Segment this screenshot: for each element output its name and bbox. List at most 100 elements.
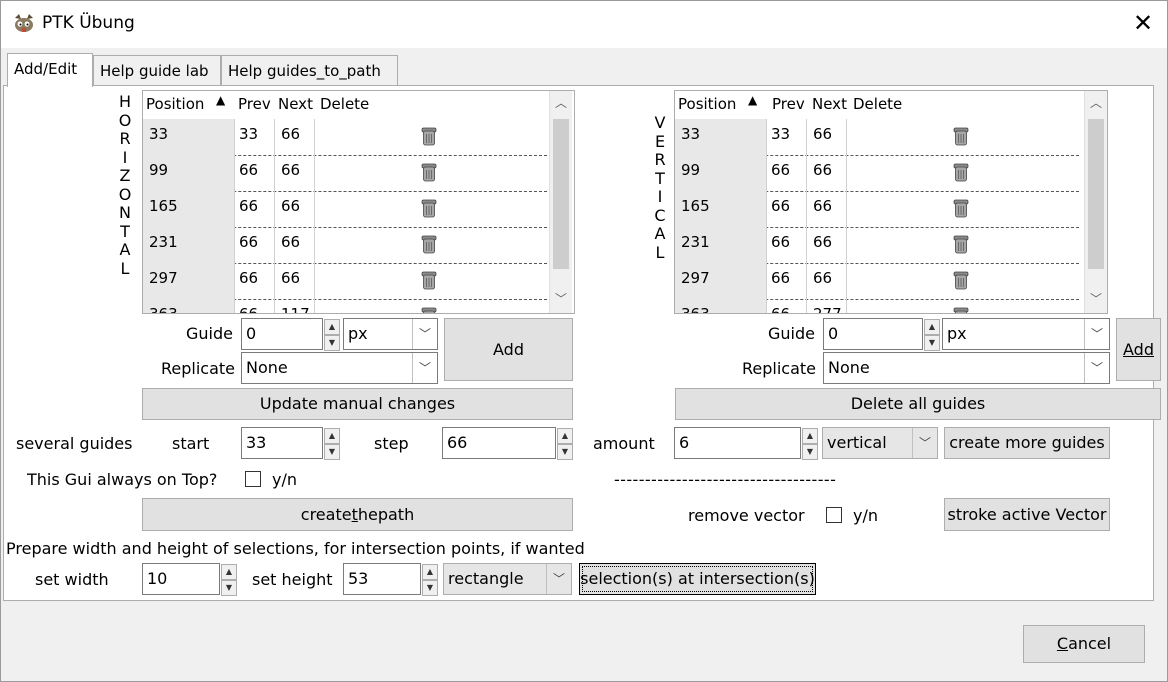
delete-cell[interactable] <box>315 299 547 313</box>
position-cell[interactable]: 231 <box>143 227 235 263</box>
spin-down-icon[interactable]: ▼ <box>802 444 818 460</box>
delete-cell[interactable] <box>315 191 547 227</box>
step-spinner[interactable]: ▲ ▼ <box>557 428 573 460</box>
scroll-up-icon[interactable]: ︿ <box>1085 93 1107 113</box>
tab-help-guides-to-path[interactable]: Help guides_to_path <box>221 55 398 85</box>
trash-icon[interactable] <box>953 270 969 290</box>
trash-icon[interactable] <box>953 126 969 146</box>
horizontal-add-button[interactable]: Add <box>444 318 573 381</box>
header-prev[interactable]: Prev <box>238 95 271 113</box>
trash-icon[interactable] <box>421 198 437 218</box>
cancel-button[interactable]: Cancel <box>1023 625 1145 663</box>
horizontal-replicate-select[interactable]: None ﹀ <box>241 352 438 384</box>
spin-up-icon[interactable]: ▲ <box>924 319 940 335</box>
vertical-add-button[interactable]: Add <box>1116 318 1161 381</box>
position-cell[interactable]: 231 <box>675 227 767 263</box>
position-cell[interactable]: 363 <box>675 299 767 313</box>
position-cell[interactable]: 33 <box>143 119 235 155</box>
create-more-guides-button[interactable]: create more guides <box>944 427 1110 459</box>
table-row[interactable]: 297 66 66 <box>675 263 1079 300</box>
trash-icon[interactable] <box>953 198 969 218</box>
trash-icon[interactable] <box>421 234 437 254</box>
header-position[interactable]: Position <box>678 95 736 113</box>
delete-cell[interactable] <box>315 263 547 299</box>
vertical-replicate-select[interactable]: None ﹀ <box>823 352 1110 384</box>
delete-cell[interactable] <box>847 227 1079 263</box>
trash-icon[interactable] <box>953 234 969 254</box>
amount-spinner[interactable]: ▲ ▼ <box>802 428 818 460</box>
delete-cell[interactable] <box>315 119 547 155</box>
delete-cell[interactable] <box>847 263 1079 299</box>
create-the-path-button[interactable]: createthepath <box>142 498 573 531</box>
tab-add-edit[interactable]: Add/Edit <box>7 53 93 87</box>
horizontal-unit-select[interactable]: px ﹀ <box>343 318 438 350</box>
position-cell[interactable]: 297 <box>143 263 235 299</box>
header-prev[interactable]: Prev <box>772 95 805 113</box>
start-spinner[interactable]: ▲ ▼ <box>324 428 340 460</box>
delete-cell[interactable] <box>315 227 547 263</box>
table-row[interactable]: 297 66 66 <box>143 263 547 300</box>
position-cell[interactable]: 33 <box>675 119 767 155</box>
scroll-up-icon[interactable]: ︿ <box>550 93 572 113</box>
scroll-thumb[interactable] <box>1088 119 1104 269</box>
vertical-guide-input[interactable]: 0 <box>823 318 923 350</box>
delete-cell[interactable] <box>847 119 1079 155</box>
close-button[interactable]: ✕ <box>1128 8 1158 38</box>
position-cell[interactable]: 99 <box>675 155 767 191</box>
vertical-unit-select[interactable]: px ﹀ <box>942 318 1110 350</box>
delete-cell[interactable] <box>315 155 547 191</box>
tab-help-guide-lab[interactable]: Help guide lab <box>93 55 221 85</box>
amount-input[interactable]: 6 <box>674 427 801 459</box>
trash-icon[interactable] <box>421 162 437 182</box>
vertical-scrollbar[interactable]: ︿ ﹀ <box>549 91 572 313</box>
delete-cell[interactable] <box>847 299 1079 314</box>
table-row[interactable]: 363 66 117 <box>143 299 547 313</box>
delete-cell[interactable] <box>847 155 1079 191</box>
position-cell[interactable]: 165 <box>675 191 767 227</box>
stroke-active-vector-button[interactable]: stroke active Vector <box>944 498 1110 531</box>
spin-down-icon[interactable]: ▼ <box>924 335 940 351</box>
spin-down-icon[interactable]: ▼ <box>324 444 340 460</box>
position-cell[interactable]: 363 <box>143 299 235 313</box>
table-row[interactable]: 363 66 277 <box>675 299 1079 314</box>
start-input[interactable]: 33 <box>241 427 323 459</box>
trash-icon[interactable] <box>953 306 969 314</box>
step-input[interactable]: 66 <box>442 427 556 459</box>
position-cell[interactable]: 297 <box>675 263 767 299</box>
spin-up-icon[interactable]: ▲ <box>324 428 340 444</box>
spin-down-icon[interactable]: ▼ <box>324 335 340 351</box>
header-next[interactable]: Next <box>812 95 847 113</box>
orientation-select[interactable]: vertical ﹀ <box>822 427 938 459</box>
shape-select[interactable]: rectangle ﹀ <box>443 563 572 595</box>
table-row[interactable]: 99 66 66 <box>675 155 1079 192</box>
set-width-input[interactable]: 10 <box>142 563 220 595</box>
header-delete[interactable]: Delete <box>320 95 369 113</box>
scroll-down-icon[interactable]: ﹀ <box>550 289 572 309</box>
spin-up-icon[interactable]: ▲ <box>802 428 818 444</box>
scroll-thumb[interactable] <box>553 119 569 269</box>
spin-up-icon[interactable]: ▲ <box>324 319 340 335</box>
table-row[interactable]: 231 66 66 <box>675 227 1079 264</box>
position-cell[interactable]: 99 <box>143 155 235 191</box>
always-on-top-checkbox[interactable] <box>245 471 261 487</box>
table-row[interactable]: 231 66 66 <box>143 227 547 264</box>
table-row[interactable]: 165 66 66 <box>143 191 547 228</box>
table-row[interactable]: 99 66 66 <box>143 155 547 192</box>
set-width-spinner[interactable]: ▲ ▼ <box>221 564 237 596</box>
spin-down-icon[interactable]: ▼ <box>221 580 237 596</box>
delete-all-guides-button[interactable]: Delete all guides <box>675 388 1161 420</box>
table-row[interactable]: 165 66 66 <box>675 191 1079 228</box>
horizontal-guide-spinner[interactable]: ▲ ▼ <box>324 319 340 351</box>
header-delete[interactable]: Delete <box>853 95 902 113</box>
delete-cell[interactable] <box>847 191 1079 227</box>
vertical-guide-spinner[interactable]: ▲ ▼ <box>924 319 940 351</box>
spin-down-icon[interactable]: ▼ <box>557 444 573 460</box>
horizontal-guide-input[interactable]: 0 <box>241 318 323 350</box>
set-height-input[interactable]: 53 <box>343 563 421 595</box>
trash-icon[interactable] <box>421 270 437 290</box>
selection-at-intersection-button[interactable]: selection(s) at intersection(s) <box>579 563 816 595</box>
spin-up-icon[interactable]: ▲ <box>422 564 438 580</box>
remove-vector-checkbox[interactable] <box>826 507 842 523</box>
table-row[interactable]: 33 33 66 <box>143 119 547 156</box>
position-cell[interactable]: 165 <box>143 191 235 227</box>
